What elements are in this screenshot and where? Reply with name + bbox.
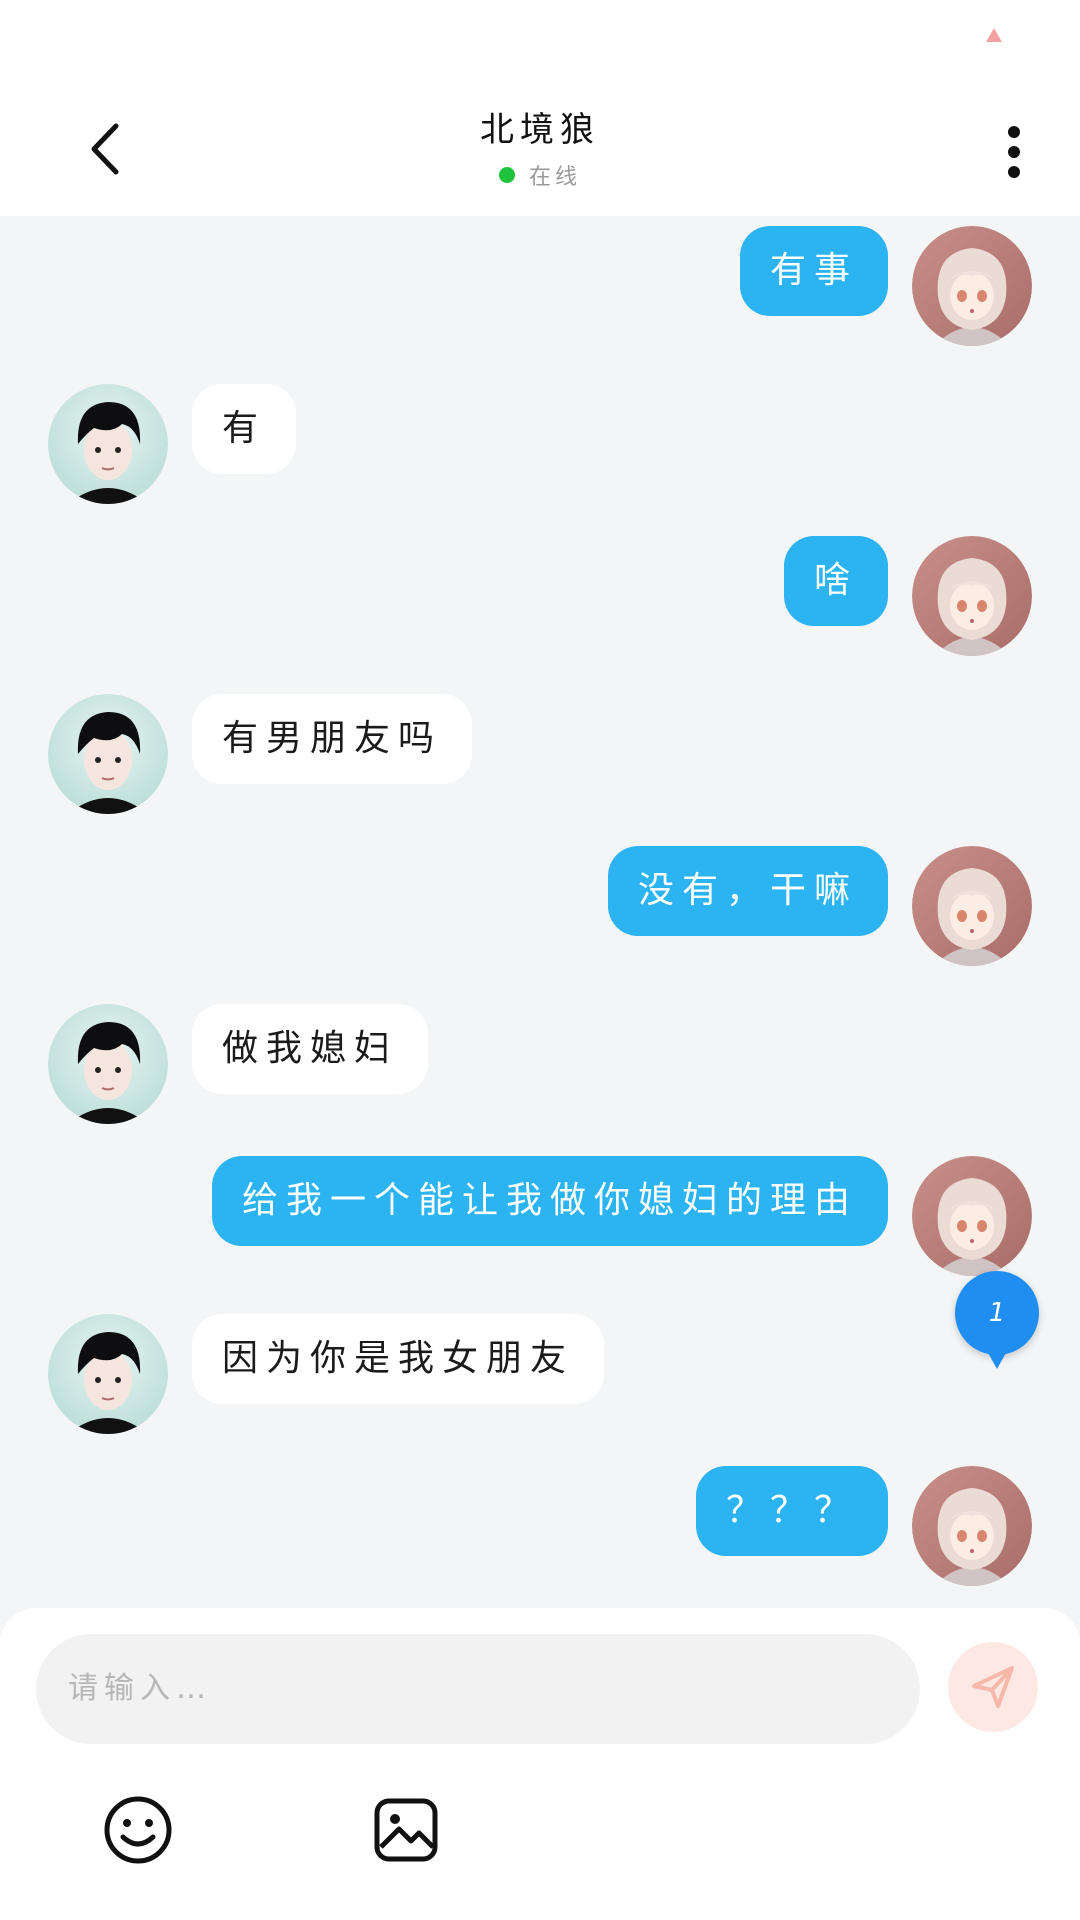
message-row: 没有，干嘛 (0, 846, 1080, 966)
outgoing-bubble[interactable]: 有事 (739, 226, 888, 316)
title-area: 北境狼 在线 (340, 102, 740, 191)
incoming-bubble[interactable]: 因为你是我女朋友 (192, 1314, 605, 1404)
contact-name: 北境狼 (480, 110, 600, 150)
message-row: 因为你是我女朋友 (0, 1314, 1080, 1434)
outgoing-bubble[interactable]: 啥 (783, 536, 888, 626)
contact-avatar[interactable] (48, 384, 168, 504)
message-row: 做我媳妇 (0, 1004, 1080, 1124)
image-icon (374, 1798, 438, 1862)
presence-status: 在线 (340, 159, 740, 191)
contact-avatar[interactable] (48, 1314, 168, 1434)
online-dot-icon (498, 167, 515, 183)
my-avatar[interactable] (912, 846, 1032, 966)
back-button[interactable] (70, 114, 140, 184)
contact-avatar[interactable] (48, 694, 168, 814)
unread-count-badge[interactable]: 1 (955, 1271, 1039, 1369)
chat-header: 北境狼 在线 (0, 90, 1080, 216)
notification-icon (986, 28, 1002, 42)
my-avatar[interactable] (912, 1156, 1032, 1276)
outgoing-bubble[interactable]: ？？？ (695, 1466, 888, 1556)
message-row: 给我一个能让我做你媳妇的理由 (0, 1156, 1080, 1276)
message-row: 有男朋友吗 (0, 694, 1080, 814)
message-input[interactable]: 请输入… (36, 1634, 920, 1744)
my-avatar[interactable] (912, 1466, 1032, 1586)
outgoing-bubble[interactable]: 给我一个能让我做你媳妇的理由 (211, 1156, 888, 1246)
contact-avatar[interactable] (48, 1004, 168, 1124)
incoming-bubble[interactable]: 做我媳妇 (192, 1004, 429, 1094)
status-bar (0, 0, 1080, 90)
send-button[interactable] (948, 1642, 1038, 1732)
message-row: 有 (0, 384, 1080, 504)
more-vertical-icon (1008, 126, 1020, 178)
image-button[interactable] (366, 1790, 446, 1870)
my-avatar[interactable] (912, 536, 1032, 656)
smile-icon (104, 1796, 172, 1864)
outgoing-bubble[interactable]: 没有，干嘛 (607, 846, 888, 936)
message-row: 有事 (0, 226, 1080, 346)
my-avatar[interactable] (912, 226, 1032, 346)
incoming-bubble[interactable]: 有 (192, 384, 297, 474)
composer-panel: 请输入… (0, 1608, 1080, 1920)
presence-label: 在线 (528, 165, 581, 190)
send-icon (972, 1666, 1014, 1708)
message-row: ？？？ (0, 1466, 1080, 1586)
chevron-left-icon (91, 123, 119, 175)
incoming-bubble[interactable]: 有男朋友吗 (192, 694, 473, 784)
message-row: 啥 (0, 536, 1080, 656)
message-list[interactable]: 有事 有 啥 有男朋友吗 没有，干嘛 做我媳妇 给我一个能让我做你媳妇的理由 因… (0, 216, 1080, 1606)
emoji-button[interactable] (98, 1790, 178, 1870)
more-options-button[interactable] (990, 116, 1038, 188)
